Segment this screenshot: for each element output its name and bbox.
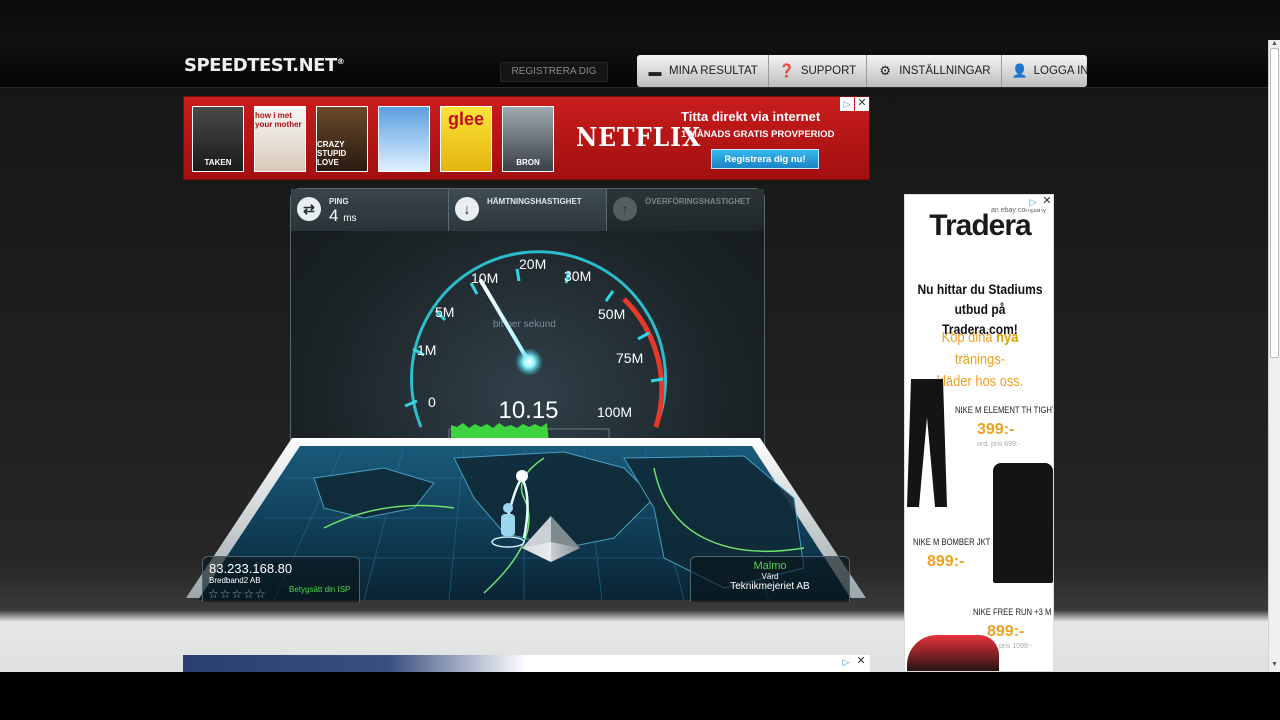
- isp-rating-stars[interactable]: ☆☆☆☆☆: [208, 587, 267, 601]
- nav-my-results[interactable]: ▬ MINA RESULTAT: [637, 55, 769, 87]
- server-host-label: Värd: [761, 572, 779, 581]
- server-node: [516, 470, 528, 482]
- poster-taken[interactable]: TAKEN: [192, 106, 244, 172]
- close-icon[interactable]: ✕: [1040, 195, 1053, 209]
- product-original-price: ord. pris 699:-: [977, 441, 1021, 448]
- tick-label-30m: 30M: [564, 268, 591, 284]
- tights-image[interactable]: [907, 379, 947, 507]
- gauge-ticks: [404, 268, 664, 408]
- poster-himym[interactable]: how i met your mother: [254, 106, 306, 172]
- client-info-box: 83.233.168.80 Bredband2 AB ☆☆☆☆☆ Betygsä…: [202, 556, 360, 602]
- netflix-banner-ad[interactable]: TAKEN how i met your mother CRAZY STUPID…: [183, 96, 870, 180]
- browser-viewport: SPEEDTEST.NET® REGISTRERA DIG ▬ MINA RES…: [0, 0, 1280, 672]
- gauge-tick-labels: 0 1M 5M 10M 20M 30M 50M 75M 100M: [417, 256, 643, 420]
- product-name: NIKE FREE RUN +3 M: [973, 607, 1052, 617]
- poster-glee[interactable]: glee: [440, 106, 492, 172]
- nav-support[interactable]: ❓ SUPPORT: [769, 55, 868, 87]
- page-scrollbar[interactable]: ▲ ▼: [1268, 40, 1280, 672]
- top-nav: ▬ MINA RESULTAT ❓ SUPPORT ⚙ INSTÄLLNINGA…: [637, 55, 1089, 87]
- tradera-logo: Tradera: [929, 209, 1031, 242]
- nav-label: MINA RESULTAT: [669, 65, 758, 77]
- nav-label: INSTÄLLNINGAR: [899, 65, 991, 77]
- gauge-hub: [515, 348, 543, 376]
- netflix-headline: Titta direkt via internet: [681, 109, 821, 124]
- gear-icon: ⚙: [879, 63, 892, 78]
- product-name: NIKE M ELEMENT TH TIGHT: [955, 405, 1054, 415]
- register-button[interactable]: REGISTRERA DIG: [500, 62, 608, 82]
- isp-name: Bredband2 AB: [209, 576, 261, 585]
- nav-settings[interactable]: ⚙ INSTÄLLNINGAR: [867, 55, 1002, 87]
- ping-icon: ⇄: [297, 197, 321, 221]
- server-city: Malmo: [753, 560, 787, 572]
- scroll-down-icon[interactable]: ▼: [1271, 661, 1278, 668]
- rate-isp-link[interactable]: Betygsätt din ISP: [289, 585, 350, 594]
- poster-happy-feet[interactable]: [378, 106, 430, 172]
- adchoices-icon[interactable]: ▷: [1026, 195, 1040, 209]
- product-price: 899:-: [987, 623, 1025, 640]
- scroll-thumb[interactable]: [1270, 48, 1279, 358]
- tick-label-0: 0: [428, 394, 436, 410]
- close-icon[interactable]: ✕: [855, 97, 869, 111]
- nav-label: LOGGA IN: [1033, 65, 1089, 77]
- ping-label: PING: [329, 197, 349, 206]
- upload-label: ÖVERFÖRINGSHASTIGHET: [645, 197, 751, 206]
- current-speed-readout: 10.15: [498, 397, 559, 424]
- tab-upload[interactable]: ↑ ÖVERFÖRINGSHASTIGHET: [607, 189, 764, 231]
- gauge-panel: ⇄ PING 4 ms ↓ HÄMTNINGSHASTIGHET ↑ ÖVERF…: [290, 188, 765, 448]
- tradera-side-ad[interactable]: Tradera an ebay company Nu hittar du Sta…: [904, 194, 1054, 672]
- product-price: 399:-: [977, 421, 1015, 438]
- scroll-up-icon[interactable]: ▲: [1271, 40, 1278, 47]
- tick-label-5m: 5M: [435, 304, 454, 320]
- speedtest-app: ⇄ PING 4 ms ↓ HÄMTNINGSHASTIGHET ↑ ÖVERF…: [184, 188, 868, 606]
- tick-label-20m: 20M: [519, 256, 546, 272]
- folder-icon: ▬: [648, 63, 662, 79]
- tab-download[interactable]: ↓ HÄMTNINGSHASTIGHET: [449, 189, 607, 231]
- tick-label-100m: 100M: [597, 404, 632, 420]
- server-info-box[interactable]: Malmo Värd Teknikmejeriet AB: [690, 556, 850, 602]
- close-icon[interactable]: ✕: [854, 655, 868, 669]
- tick-label-75m: 75M: [616, 350, 643, 366]
- tick-label-1m: 1M: [417, 342, 436, 358]
- poster-bron[interactable]: BRON: [502, 106, 554, 172]
- adchoices-icon[interactable]: ▷: [839, 655, 853, 669]
- jacket-image[interactable]: [993, 463, 1053, 583]
- tab-ping[interactable]: ⇄ PING 4 ms: [291, 189, 449, 231]
- result-tabs: ⇄ PING 4 ms ↓ HÄMTNINGSHASTIGHET ↑ ÖVERF…: [291, 189, 764, 231]
- download-label: HÄMTNINGSHASTIGHET: [487, 197, 582, 206]
- netflix-register-button[interactable]: Registrera dig nu!: [711, 149, 819, 169]
- video-letterbox: [0, 672, 1280, 720]
- server-name: Teknikmejeriet AB: [730, 581, 810, 592]
- nav-label: SUPPORT: [800, 65, 857, 77]
- adchoices-icon[interactable]: ▷: [840, 97, 854, 111]
- shoe-image[interactable]: [907, 635, 999, 671]
- nav-login[interactable]: 👤 LOGGA IN: [1002, 55, 1099, 87]
- netflix-subline: 1 MÅNADS GRATIS PROVPERIOD: [681, 129, 835, 140]
- product-name: NIKE M BOMBER JKT: [913, 537, 991, 547]
- ping-value: 4 ms: [329, 206, 357, 225]
- upload-arrow-icon: ↑: [613, 197, 637, 221]
- person-icon: 👤: [1011, 63, 1028, 78]
- bottom-banner-ad[interactable]: ▷ ✕: [183, 655, 870, 672]
- tick-label-50m: 50M: [598, 306, 625, 322]
- help-icon: ❓: [778, 63, 796, 78]
- ip-address: 83.233.168.80: [209, 561, 293, 576]
- download-arrow-icon: ↓: [455, 197, 479, 221]
- speedtest-logo[interactable]: SPEEDTEST.NET®: [184, 55, 345, 76]
- poster-crazy-stupid-love[interactable]: CRAZY STUPID LOVE: [316, 106, 368, 172]
- product-price: 899:-: [927, 553, 965, 570]
